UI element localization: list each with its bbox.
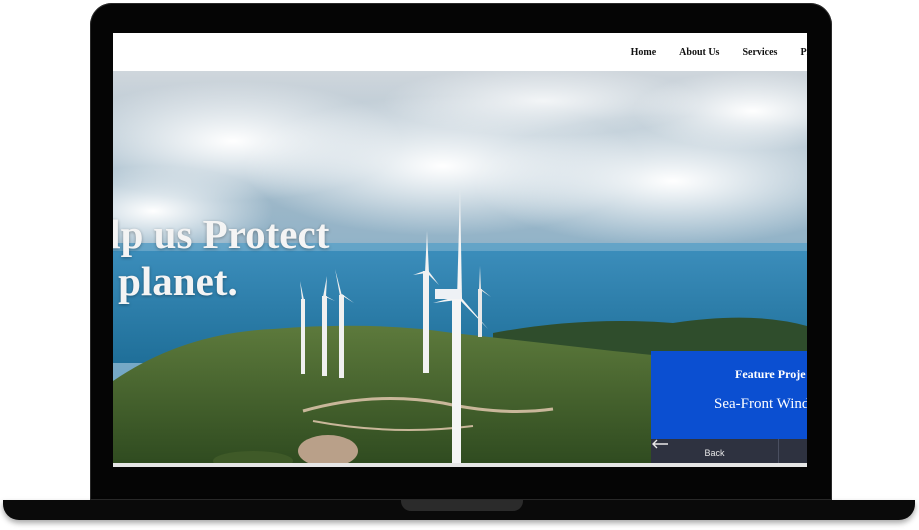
site-navigation: Home About Us Services Pr (113, 33, 807, 71)
nav-item-services[interactable]: Services (742, 47, 777, 58)
back-button-label: Back (704, 448, 725, 458)
arrow-left-icon (652, 439, 668, 449)
feature-project-label: Feature Proje (735, 367, 806, 381)
nav-item-home[interactable]: Home (631, 47, 657, 58)
nav-item-projects[interactable]: Pr (800, 47, 807, 58)
website-screen: Home About Us Services Pr (113, 33, 807, 467)
hero-headline: elp us Protect ir planet. (113, 211, 329, 305)
hero-section: elp us Protect ir planet. Feature Proje … (113, 71, 807, 467)
laptop-notch (401, 500, 523, 511)
hero-headline-line-1: elp us Protect (113, 211, 330, 257)
feature-project-name[interactable]: Sea-Front Wind (714, 396, 807, 413)
nav-item-about-us[interactable]: About Us (679, 47, 719, 58)
screen-bottom-edge (113, 463, 807, 467)
laptop-base (3, 500, 915, 520)
nav-menu: Home About Us Services Pr (608, 33, 807, 71)
hero-headline-line-2: ir planet. (113, 258, 238, 304)
feature-project-card: Feature Proje Sea-Front Wind Back (651, 351, 807, 467)
